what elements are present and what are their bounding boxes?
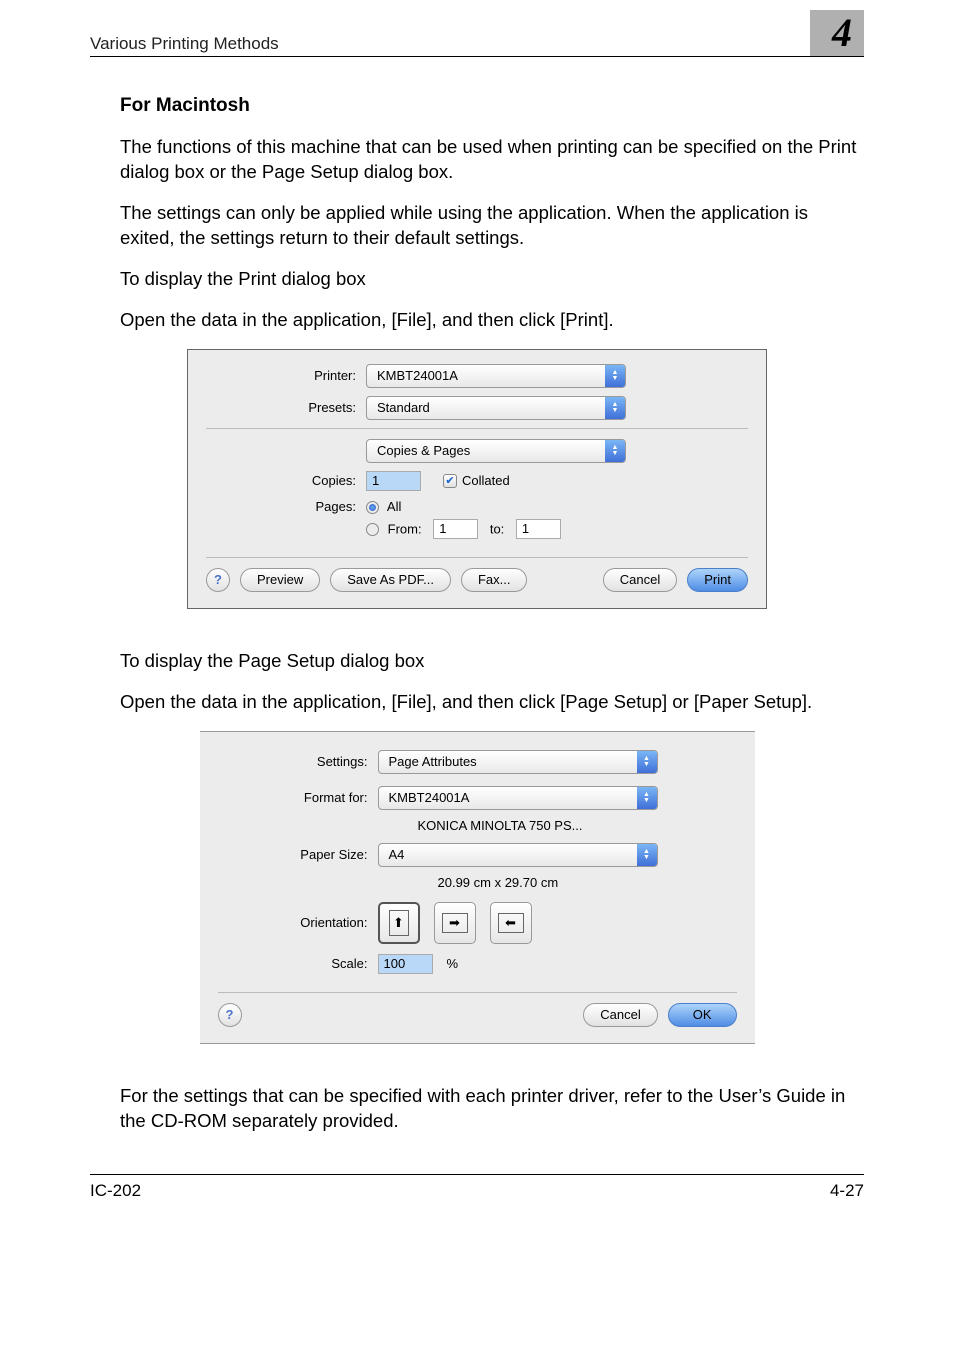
save-as-pdf-button[interactable]: Save As PDF... [330,568,451,592]
pages-label: Pages: [206,499,366,514]
paragraph: The settings can only be applied while u… [120,201,864,251]
chevron-up-down-icon: ▲▼ [637,750,657,774]
preview-button[interactable]: Preview [240,568,320,592]
pages-to-input[interactable]: 1 [516,519,561,539]
scale-label: Scale: [218,956,378,971]
printer-label: Printer: [206,368,366,383]
fax-button[interactable]: Fax... [461,568,528,592]
divider [206,428,748,429]
print-dialog: Printer: KMBT24001A ▲▼ Presets: Standard… [187,349,767,609]
paper-dimensions: 20.99 cm x 29.70 cm [438,875,737,890]
copies-input[interactable]: 1 [366,471,421,491]
cancel-button[interactable]: Cancel [603,568,677,592]
paper-size-value: A4 [389,847,637,862]
paragraph: To display the Page Setup dialog box [120,649,864,674]
footer-left: IC-202 [90,1181,141,1201]
pages-from-radio[interactable] [366,523,379,536]
orientation-portrait-button[interactable]: ⬆ [378,902,420,944]
paragraph: Open the data in the application, [File]… [120,690,864,715]
ok-button[interactable]: OK [668,1003,737,1027]
presets-value: Standard [377,400,605,415]
format-for-value: KMBT24001A [389,790,637,805]
paper-size-label: Paper Size: [218,847,378,862]
pages-from-input[interactable]: 1 [433,519,478,539]
header-section: Various Printing Methods [90,34,279,54]
pane-value: Copies & Pages [377,443,605,458]
pages-from-label: From: [388,521,422,536]
settings-select[interactable]: Page Attributes ▲▼ [378,750,658,774]
collated-label: Collated [462,473,510,488]
paragraph: To display the Print dialog box [120,267,864,292]
person-landscape-icon: ➡ [442,913,468,933]
scale-input[interactable]: 100 [378,954,433,974]
help-button[interactable]: ? [206,568,230,592]
chapter-number: 4 [810,10,864,56]
format-for-select[interactable]: KMBT24001A ▲▼ [378,786,658,810]
pages-all-radio[interactable] [366,501,379,514]
cancel-button[interactable]: Cancel [583,1003,657,1027]
page-setup-dialog: Settings: Page Attributes ▲▼ Format for:… [200,731,755,1044]
chevron-up-down-icon: ▲▼ [605,396,625,420]
presets-label: Presets: [206,400,366,415]
help-button[interactable]: ? [218,1003,242,1027]
paragraph: For the settings that can be specified w… [120,1084,864,1134]
divider [218,992,737,993]
collated-checkbox[interactable]: ✔ [443,474,457,488]
footer-right: 4-27 [830,1181,864,1201]
chevron-up-down-icon: ▲▼ [605,364,625,388]
person-reverse-landscape-icon: ⬅ [498,913,524,933]
orientation-reverse-landscape-button[interactable]: ⬅ [490,902,532,944]
format-for-label: Format for: [218,790,378,805]
printer-value: KMBT24001A [377,368,605,383]
section-title: For Macintosh [120,95,864,117]
settings-value: Page Attributes [389,754,637,769]
orientation-label: Orientation: [218,915,378,930]
pages-to-label: to: [490,521,504,536]
presets-select[interactable]: Standard ▲▼ [366,396,626,420]
divider [206,557,748,558]
orientation-landscape-button[interactable]: ➡ [434,902,476,944]
format-subtext: KONICA MINOLTA 750 PS... [418,818,737,833]
pane-select[interactable]: Copies & Pages ▲▼ [366,439,626,463]
settings-label: Settings: [218,754,378,769]
printer-select[interactable]: KMBT24001A ▲▼ [366,364,626,388]
pages-all-label: All [387,499,401,514]
copies-label: Copies: [206,473,366,488]
paper-size-select[interactable]: A4 ▲▼ [378,843,658,867]
paragraph: Open the data in the application, [File]… [120,308,864,333]
paragraph: The functions of this machine that can b… [120,135,864,185]
percent-label: % [447,956,459,971]
chevron-up-down-icon: ▲▼ [637,786,657,810]
chevron-up-down-icon: ▲▼ [637,843,657,867]
person-portrait-icon: ⬆ [389,910,409,936]
print-button[interactable]: Print [687,568,748,592]
chevron-up-down-icon: ▲▼ [605,439,625,463]
